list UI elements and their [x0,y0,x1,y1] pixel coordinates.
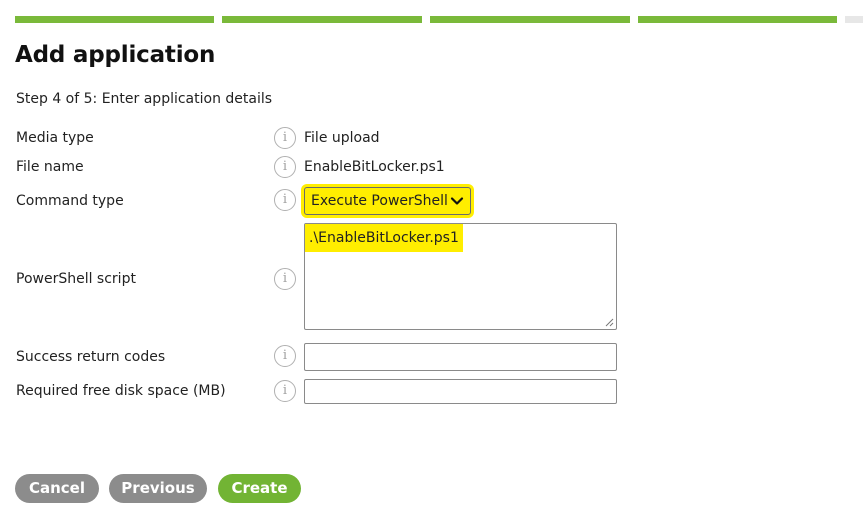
wizard-progress-bar [15,16,863,23]
powershell-script-textarea[interactable]: .\EnableBitLocker.ps1 [304,223,617,330]
cancel-button[interactable]: Cancel [15,474,99,503]
step-indicator: Step 4 of 5: Enter application details [16,91,273,107]
powershell-script-value: .\EnableBitLocker.ps1 [305,224,463,252]
media-type-value: File upload [304,130,380,146]
chevron-down-icon [450,197,464,205]
progress-step-4 [638,16,837,23]
progress-step-3 [430,16,630,23]
success-return-codes-input[interactable] [304,343,617,371]
previous-button[interactable]: Previous [109,474,207,503]
required-disk-space-input[interactable] [304,379,617,404]
info-icon[interactable]: i [274,268,296,290]
media-type-label: Media type [16,130,94,146]
create-button[interactable]: Create [218,474,301,503]
file-name-label: File name [16,159,84,175]
info-icon[interactable]: i [274,156,296,178]
file-name-value: EnableBitLocker.ps1 [304,159,445,175]
command-type-selected-value: Execute PowerShell [311,193,448,209]
info-icon[interactable]: i [274,380,296,402]
page-title: Add application [15,42,216,68]
success-return-codes-label: Success return codes [16,349,166,365]
info-icon[interactable]: i [274,189,296,211]
info-icon[interactable]: i [274,345,296,367]
command-type-label: Command type [16,193,124,209]
required-disk-space-label: Required free disk space (MB) [16,383,226,399]
resize-handle-icon[interactable] [604,317,614,327]
progress-step-5 [845,16,863,23]
progress-step-1 [15,16,214,23]
progress-step-2 [222,16,422,23]
info-icon[interactable]: i [274,127,296,149]
powershell-script-label: PowerShell script [16,271,136,287]
command-type-select[interactable]: Execute PowerShell [304,187,471,215]
